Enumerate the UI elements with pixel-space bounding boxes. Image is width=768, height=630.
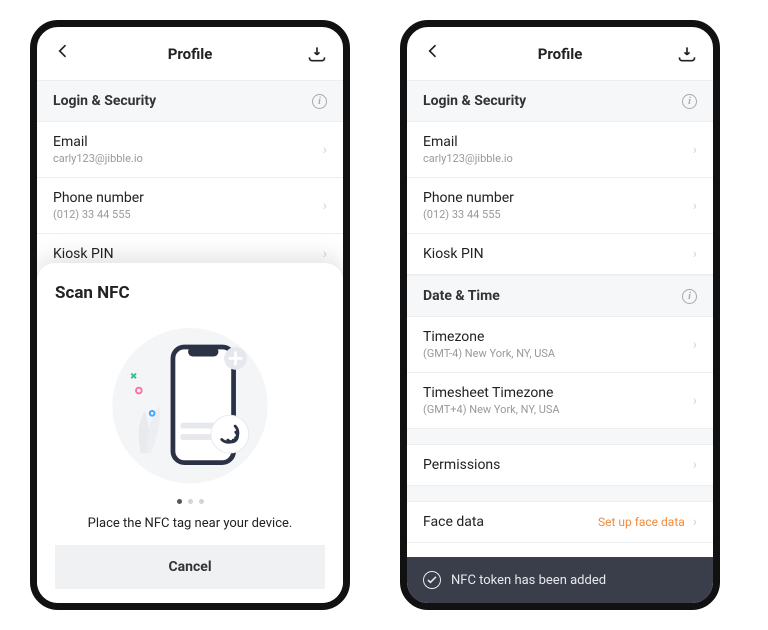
chevron-right-icon: › bbox=[693, 246, 697, 262]
row-value: (012) 33 44 555 bbox=[423, 208, 514, 221]
section-title: Login & Security bbox=[53, 93, 156, 109]
section-login-security: Login & Security i bbox=[407, 80, 713, 122]
save-icon[interactable] bbox=[307, 45, 327, 63]
row-label: Phone number bbox=[53, 190, 144, 206]
section-gap bbox=[407, 429, 713, 445]
row-permissions[interactable]: Permissions › bbox=[407, 445, 713, 486]
row-face-data[interactable]: Face data Set up face data › bbox=[407, 502, 713, 543]
toast-message: NFC token has been added bbox=[451, 573, 606, 588]
row-value: carly123@jibble.io bbox=[53, 152, 143, 165]
section-gap bbox=[407, 486, 713, 502]
pager-dots bbox=[55, 499, 325, 504]
sheet-title: Scan NFC bbox=[55, 283, 325, 303]
row-value: carly123@jibble.io bbox=[423, 152, 513, 165]
dot-active bbox=[177, 499, 182, 504]
info-icon[interactable]: i bbox=[682, 94, 697, 109]
row-action-link[interactable]: Set up face data bbox=[598, 515, 685, 529]
row-value: (GMT-4) New York, NY, USA bbox=[423, 347, 555, 360]
row-label: Face data bbox=[423, 514, 484, 530]
nfc-sheet: Scan NFC bbox=[37, 263, 343, 603]
sheet-message: Place the NFC tag near your device. bbox=[55, 516, 325, 531]
chevron-right-icon: › bbox=[693, 514, 697, 530]
cancel-button[interactable]: Cancel bbox=[55, 545, 325, 589]
info-icon[interactable]: i bbox=[312, 94, 327, 109]
nfc-illustration bbox=[55, 311, 325, 491]
row-phone[interactable]: Phone number (012) 33 44 555 › bbox=[407, 178, 713, 234]
section-date-time: Date & Time i bbox=[407, 275, 713, 317]
row-label: Timezone bbox=[423, 329, 555, 345]
row-label: Kiosk PIN bbox=[423, 246, 484, 262]
save-icon[interactable] bbox=[677, 45, 697, 63]
row-email[interactable]: Email carly123@jibble.io › bbox=[37, 122, 343, 178]
section-login-security: Login & Security i bbox=[37, 80, 343, 122]
chevron-right-icon: › bbox=[693, 337, 697, 353]
row-value: (012) 33 44 555 bbox=[53, 208, 144, 221]
success-toast: NFC token has been added bbox=[407, 557, 713, 603]
section-title: Login & Security bbox=[423, 93, 526, 109]
chevron-right-icon: › bbox=[693, 457, 697, 473]
row-email[interactable]: Email carly123@jibble.io › bbox=[407, 122, 713, 178]
chevron-right-icon: › bbox=[693, 142, 697, 158]
dot bbox=[188, 499, 193, 504]
row-label: Permissions bbox=[423, 457, 500, 473]
row-label: Kiosk PIN bbox=[53, 246, 114, 262]
row-timezone[interactable]: Timezone (GMT-4) New York, NY, USA › bbox=[407, 317, 713, 373]
row-label: Email bbox=[423, 134, 513, 150]
section-title: Date & Time bbox=[423, 288, 500, 304]
chevron-right-icon: › bbox=[693, 198, 697, 214]
chevron-right-icon: › bbox=[693, 393, 697, 409]
row-value: (GMT+4) New York, NY, USA bbox=[423, 403, 560, 416]
check-circle-icon bbox=[423, 571, 441, 589]
header: Profile bbox=[37, 27, 343, 80]
row-label: Phone number bbox=[423, 190, 514, 206]
chevron-right-icon: › bbox=[323, 142, 327, 158]
phone-right: Profile Login & Security i Email carly12… bbox=[400, 20, 720, 610]
back-icon[interactable] bbox=[53, 41, 73, 66]
row-timesheet-timezone[interactable]: Timesheet Timezone (GMT+4) New York, NY,… bbox=[407, 373, 713, 429]
row-phone[interactable]: Phone number (012) 33 44 555 › bbox=[37, 178, 343, 234]
page-title: Profile bbox=[538, 45, 583, 63]
page-title: Profile bbox=[168, 45, 213, 63]
back-icon[interactable] bbox=[423, 41, 443, 66]
chevron-right-icon: › bbox=[323, 198, 327, 214]
phone-left: Profile Login & Security i Email carly12… bbox=[30, 20, 350, 610]
info-icon[interactable]: i bbox=[682, 289, 697, 304]
row-label: Timesheet Timezone bbox=[423, 385, 560, 401]
dot bbox=[199, 499, 204, 504]
header: Profile bbox=[407, 27, 713, 80]
row-label: Email bbox=[53, 134, 143, 150]
chevron-right-icon: › bbox=[323, 246, 327, 262]
row-kiosk-pin[interactable]: Kiosk PIN › bbox=[407, 234, 713, 275]
